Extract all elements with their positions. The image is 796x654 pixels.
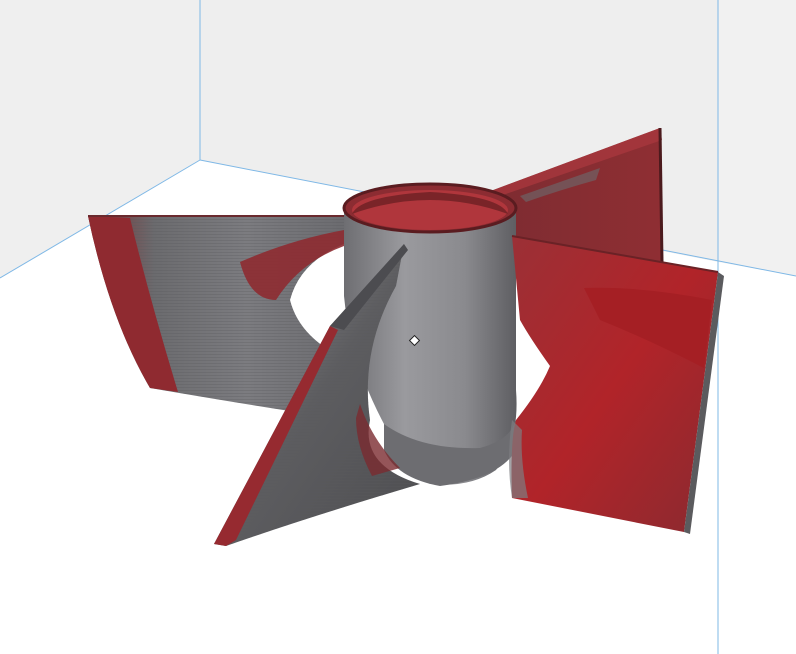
3d-scene[interactable]: [0, 0, 796, 654]
right-wall: [718, 0, 796, 276]
3d-viewport[interactable]: [0, 0, 796, 654]
blade-right[interactable]: [509, 235, 724, 534]
